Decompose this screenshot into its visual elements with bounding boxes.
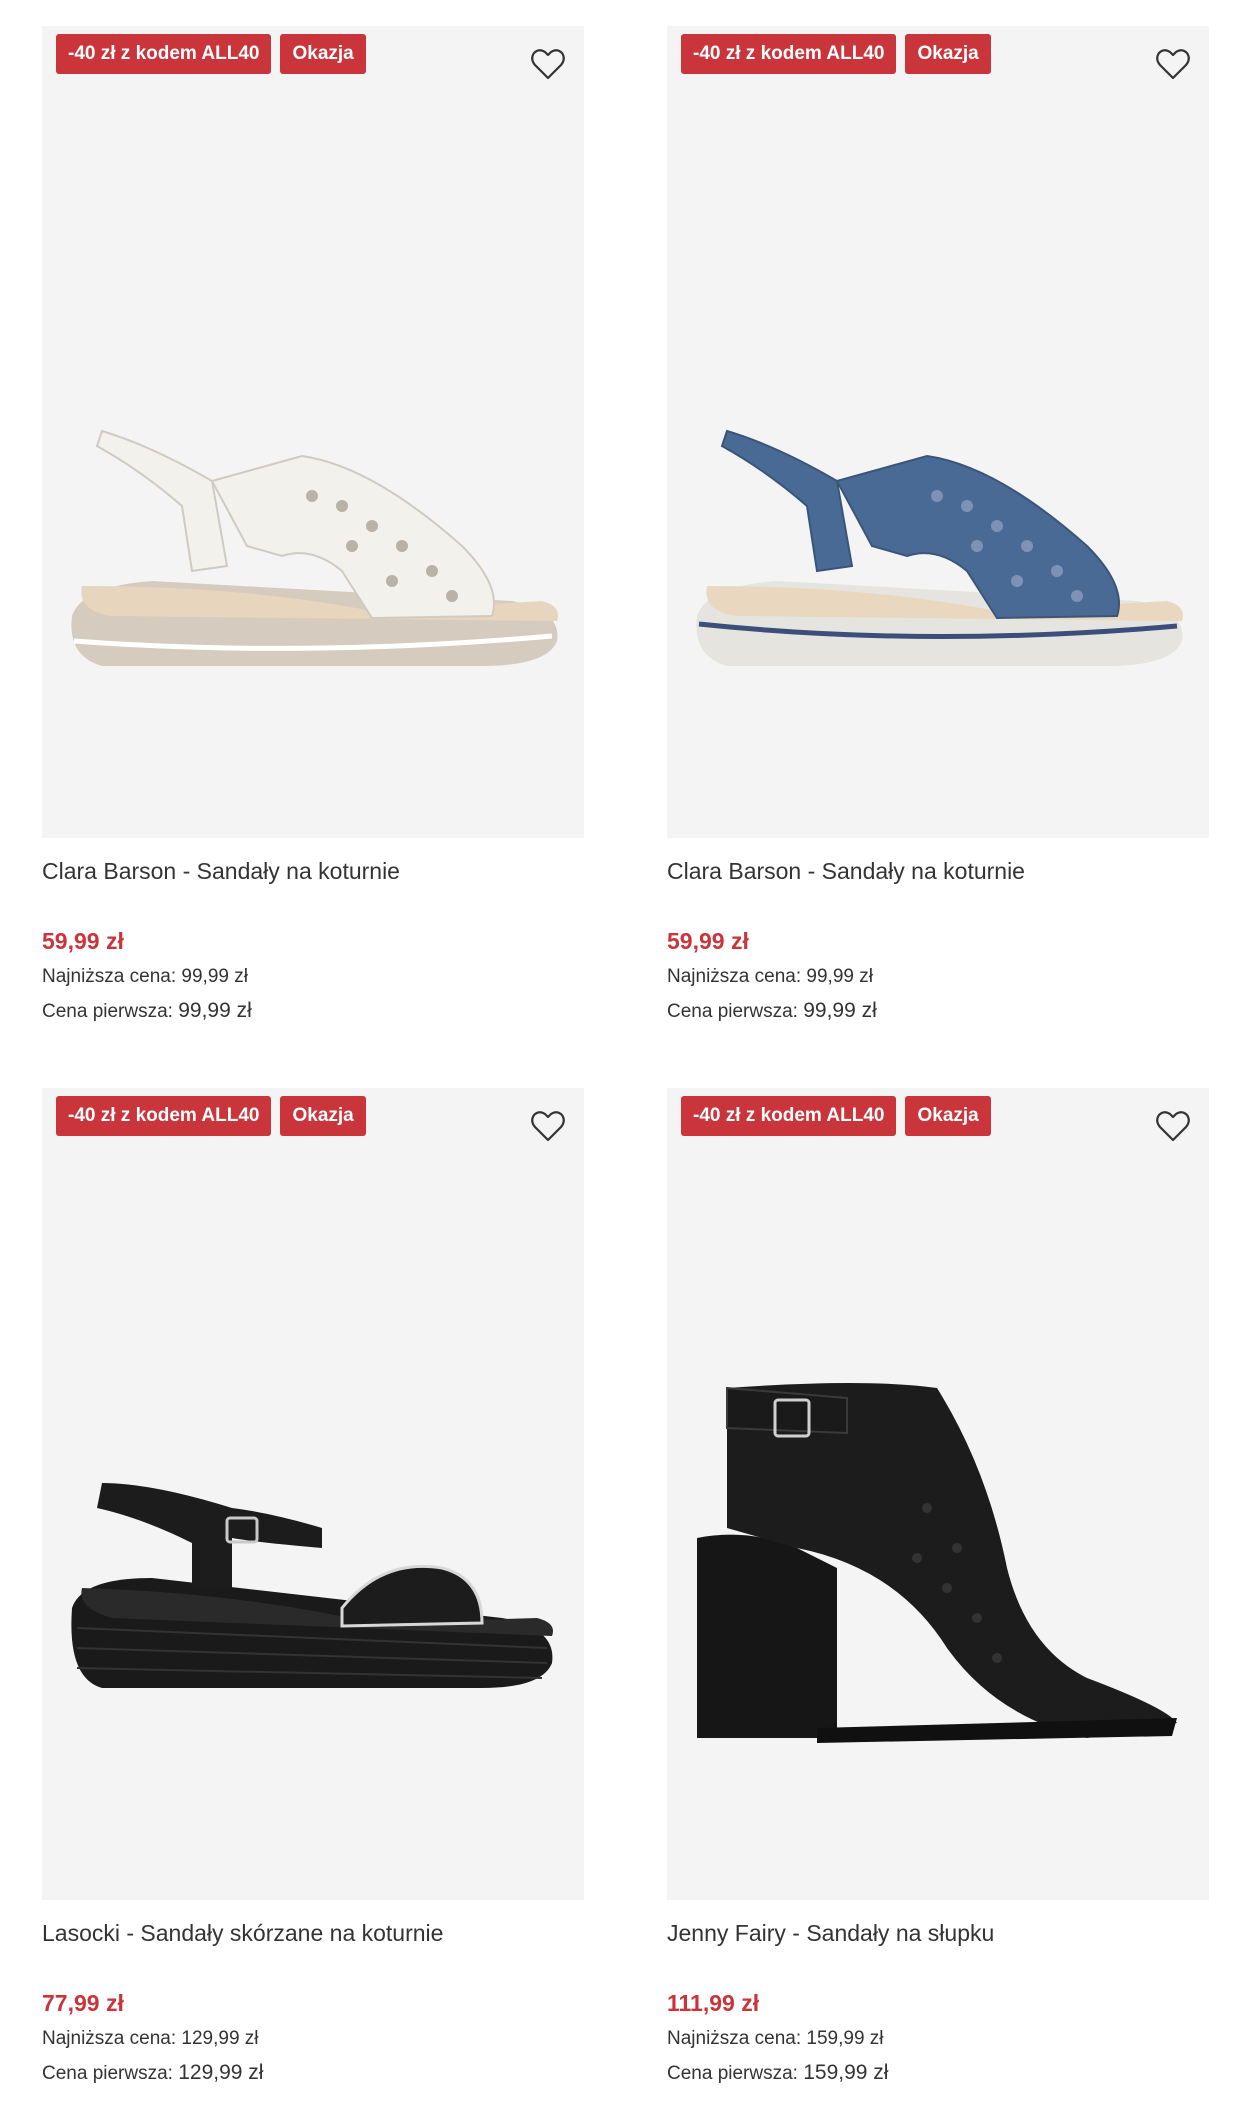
promo-code-badge: -40 zł z kodem ALL40: [681, 1096, 897, 1136]
product-price: 111,99 zł: [667, 1990, 760, 2016]
lowest-price-value: 129,99 zł: [181, 2028, 259, 2049]
lowest-price-value: 159,99 zł: [806, 2028, 884, 2049]
product-image-black-block-heel-bootie: [697, 1383, 1177, 1743]
product-image-black-wedge-sandal: [71, 1483, 553, 1688]
product-title[interactable]: Lasocki - Sandały skórzane na koturnie: [42, 1916, 584, 1950]
product-grid: -40 zł z kodem ALL40 Okazja Clara Barson…: [0, 0, 1250, 2123]
product-image-area[interactable]: -40 zł z kodem ALL40 Okazja: [42, 26, 584, 838]
product-title[interactable]: Jenny Fairy - Sandały na słupku: [667, 1916, 1209, 1950]
first-price-row: Cena pierwsza: 99,99 zł: [42, 996, 584, 1026]
product-image-white-wedge-sandal: [71, 429, 558, 666]
product-image-area[interactable]: -40 zł z kodem ALL40 Okazja: [667, 26, 1209, 838]
badge-group: -40 zł z kodem ALL40 Okazja: [56, 1096, 366, 1136]
lowest-price-label: Najniższa cena:: [667, 966, 802, 987]
first-price-row: Cena pierwsza: 129,99 zł: [42, 2058, 584, 2088]
lowest-price-value: 99,99 zł: [806, 966, 873, 987]
lowest-price-row: Najniższa cena: 159,99 zł: [667, 2024, 1209, 2054]
badge-group: -40 zł z kodem ALL40 Okazja: [681, 34, 991, 74]
product-image-blue-wedge-sandal: [696, 429, 1183, 666]
product-card[interactable]: -40 zł z kodem ALL40 Okazja Lasocki - Sa…: [42, 1088, 584, 2088]
lowest-price-row: Najniższa cena: 99,99 zł: [42, 962, 584, 992]
lowest-price-row: Najniższa cena: 99,99 zł: [667, 962, 1209, 992]
first-price-label: Cena pierwsza:: [667, 1001, 798, 1022]
first-price-label: Cena pierwsza:: [667, 2063, 798, 2084]
product-card[interactable]: -40 zł z kodem ALL40 Okazja Clara Barson…: [667, 26, 1209, 1026]
badge-group: -40 zł z kodem ALL40 Okazja: [56, 34, 366, 74]
deal-badge: Okazja: [280, 1096, 366, 1136]
lowest-price-row: Najniższa cena: 129,99 zł: [42, 2024, 584, 2054]
badge-group: -40 zł z kodem ALL40 Okazja: [681, 1096, 991, 1136]
product-card[interactable]: -40 zł z kodem ALL40 Okazja Jenny Fairy …: [667, 1088, 1209, 2088]
first-price-value: 99,99 zł: [803, 999, 877, 1022]
deal-badge: Okazja: [905, 34, 991, 74]
first-price-value: 129,99 zł: [178, 2061, 264, 2084]
lowest-price-value: 99,99 zł: [181, 966, 248, 987]
product-card[interactable]: -40 zł z kodem ALL40 Okazja Clara Barson…: [42, 26, 584, 1026]
product-title[interactable]: Clara Barson - Sandały na koturnie: [667, 854, 1209, 888]
first-price-label: Cena pierwsza:: [42, 2063, 173, 2084]
first-price-row: Cena pierwsza: 159,99 zł: [667, 2058, 1209, 2088]
promo-code-badge: -40 zł z kodem ALL40: [56, 34, 272, 74]
favorite-heart-icon[interactable]: [528, 1106, 568, 1146]
product-image-area[interactable]: -40 zł z kodem ALL40 Okazja: [667, 1088, 1209, 1900]
first-price-value: 159,99 zł: [803, 2061, 889, 2084]
first-price-value: 99,99 zł: [178, 999, 252, 1022]
product-image-area[interactable]: -40 zł z kodem ALL40 Okazja: [42, 1088, 584, 1900]
first-price-label: Cena pierwsza:: [42, 1001, 173, 1022]
promo-code-badge: -40 zł z kodem ALL40: [56, 1096, 272, 1136]
first-price-row: Cena pierwsza: 99,99 zł: [667, 996, 1209, 1026]
lowest-price-label: Najniższa cena:: [667, 2028, 802, 2049]
promo-code-badge: -40 zł z kodem ALL40: [681, 34, 897, 74]
favorite-heart-icon[interactable]: [1153, 44, 1193, 84]
lowest-price-label: Najniższa cena:: [42, 2028, 177, 2049]
favorite-heart-icon[interactable]: [1153, 1106, 1193, 1146]
lowest-price-label: Najniższa cena:: [42, 966, 177, 987]
product-price: 59,99 zł: [42, 928, 124, 954]
product-title[interactable]: Clara Barson - Sandały na koturnie: [42, 854, 584, 888]
product-price: 59,99 zł: [667, 928, 749, 954]
deal-badge: Okazja: [905, 1096, 991, 1136]
product-price: 77,99 zł: [42, 1990, 124, 2016]
deal-badge: Okazja: [280, 34, 366, 74]
favorite-heart-icon[interactable]: [528, 44, 568, 84]
